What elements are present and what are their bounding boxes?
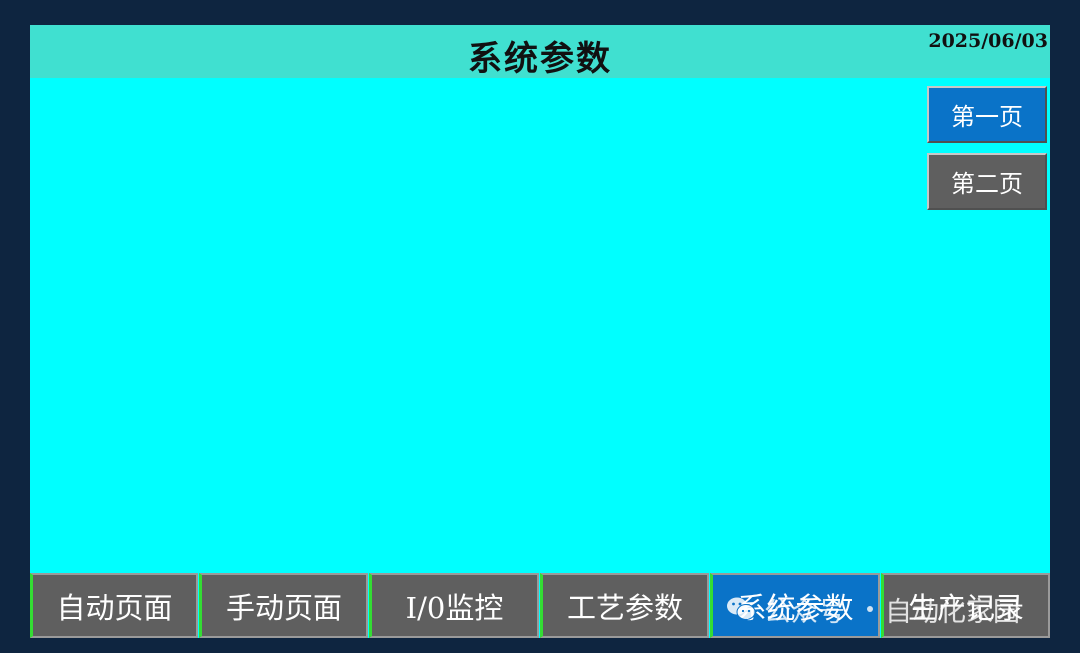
nav-system-params-label: 系统参数 xyxy=(737,590,854,625)
page1-button[interactable]: 第一页 xyxy=(927,86,1047,143)
nav-system-params-button[interactable]: 系统参数 xyxy=(710,573,880,638)
nav-io-monitor-label: I/0监控 xyxy=(405,590,504,625)
date-display: 2025/06/03 xyxy=(928,30,1048,52)
nav-production-record-button[interactable]: 生产记录 xyxy=(881,573,1050,638)
page2-button-label: 第二页 xyxy=(951,170,1023,198)
page-title: 系统参数 xyxy=(468,39,612,79)
nav-process-params-button[interactable]: 工艺参数 xyxy=(540,573,709,638)
nav-auto-page-button[interactable]: 自动页面 xyxy=(30,573,198,638)
page1-button-label: 第一页 xyxy=(951,103,1023,131)
nav-process-params-label: 工艺参数 xyxy=(566,590,683,625)
title-bar: 系统参数 2025/06/03 xyxy=(30,25,1050,79)
nav-manual-page-label: 手动页面 xyxy=(225,590,342,625)
nav-io-monitor-button[interactable]: I/0监控 xyxy=(369,573,539,638)
nav-production-record-label: 生产记录 xyxy=(907,590,1024,625)
bottom-nav-bar: 自动页面 手动页面 I/0监控 工艺参数 系统参数 生产记录 xyxy=(30,573,1050,638)
nav-auto-page-label: 自动页面 xyxy=(56,590,173,625)
page2-button[interactable]: 第二页 xyxy=(927,153,1047,210)
hmi-screen: 系统参数 2025/06/03 第一页 第二页 自动页面 手动页面 I/0监控 … xyxy=(30,25,1050,638)
nav-manual-page-button[interactable]: 手动页面 xyxy=(199,573,368,638)
